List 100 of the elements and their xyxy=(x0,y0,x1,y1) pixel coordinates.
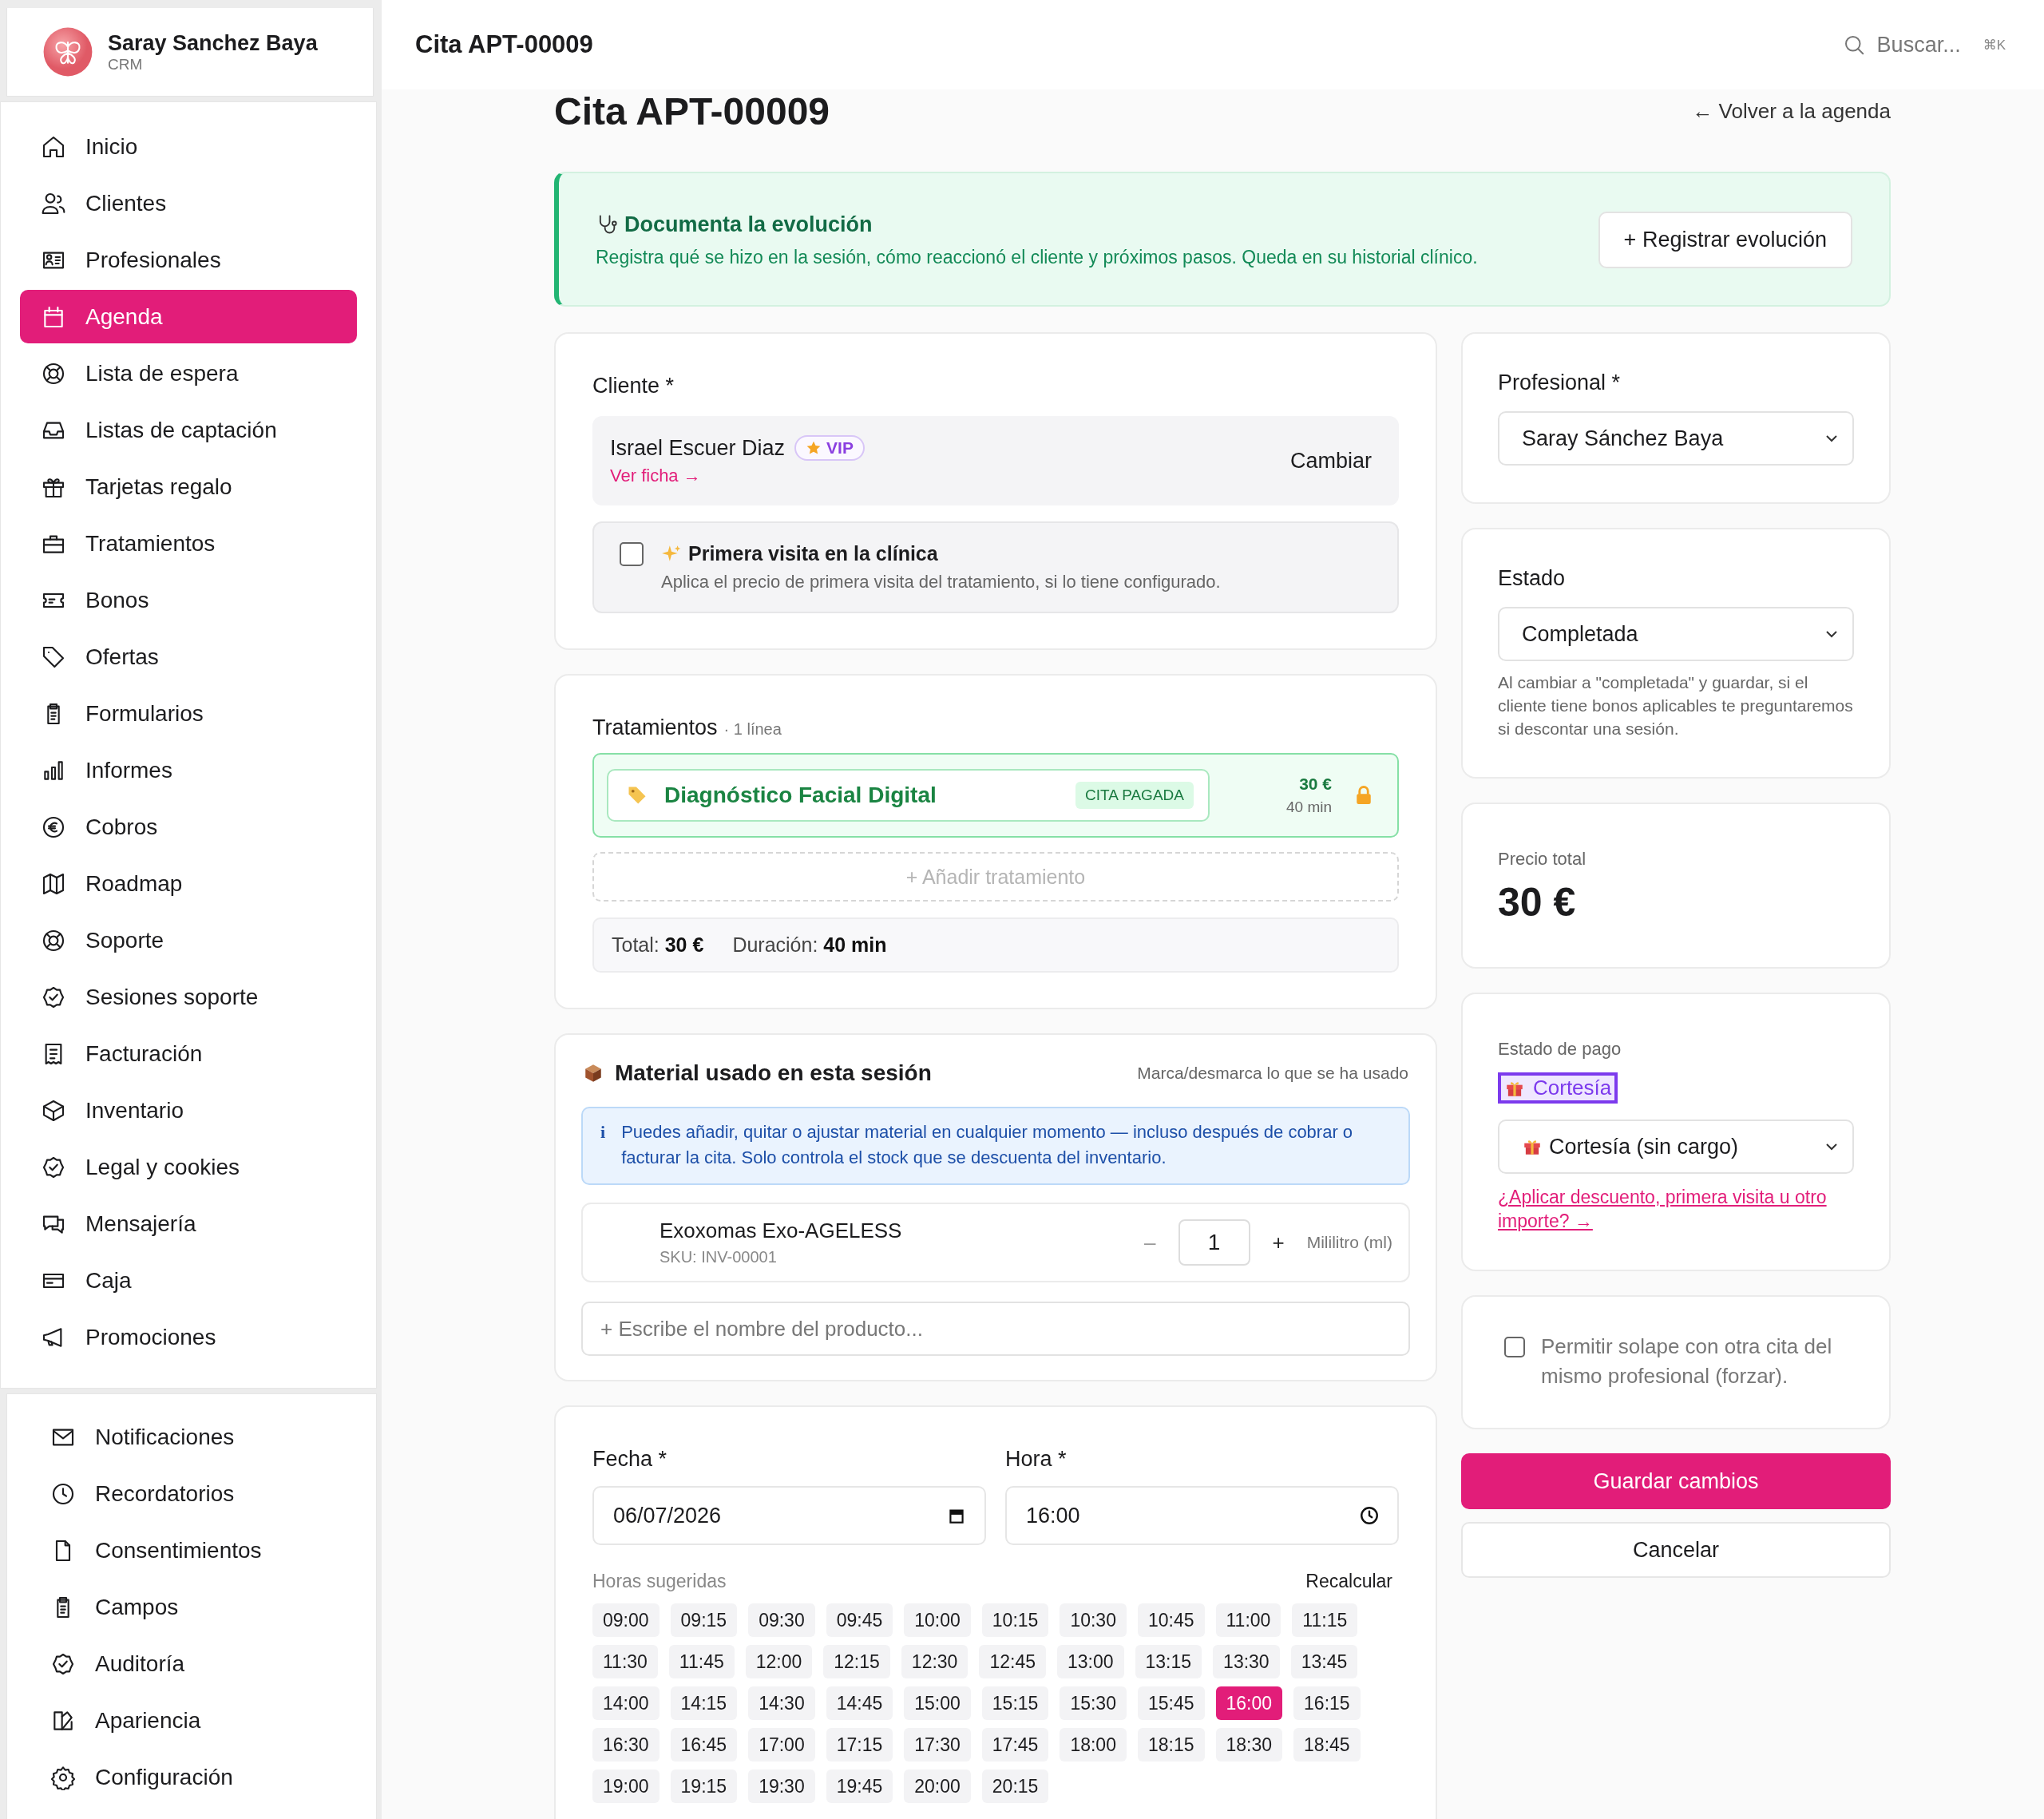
time-slot[interactable]: 12:00 xyxy=(745,1645,813,1678)
time-slot[interactable]: 13:45 xyxy=(1290,1645,1358,1678)
product-search-field[interactable]: + Escribe el nombre del producto... xyxy=(581,1302,1410,1356)
register-evolution-button[interactable]: + Registrar evolución xyxy=(1598,212,1852,268)
time-slot[interactable]: 10:30 xyxy=(1060,1603,1127,1637)
time-slot[interactable]: 18:15 xyxy=(1137,1728,1205,1762)
sidebar-item[interactable]: Listas de captación xyxy=(20,403,357,457)
time-slot[interactable]: 10:15 xyxy=(981,1603,1049,1637)
time-slot[interactable]: 16:00 xyxy=(1215,1686,1283,1720)
time-slot[interactable]: 13:00 xyxy=(1056,1645,1124,1678)
sidebar-item[interactable]: Sesiones soporte xyxy=(20,970,357,1024)
sidebar-item[interactable]: Inventario xyxy=(20,1084,357,1137)
time-slot[interactable]: 12:45 xyxy=(979,1645,1046,1678)
sidebar-item[interactable]: Facturación xyxy=(20,1027,357,1080)
discount-link[interactable]: ¿Aplicar descuento, primera visita u otro importe? → xyxy=(1498,1185,1854,1233)
sidebar-item[interactable]: Mensajería xyxy=(20,1197,357,1250)
recalculate-button[interactable]: Recalcular xyxy=(1305,1566,1392,1597)
sidebar-item[interactable]: Consentimientos xyxy=(26,1524,357,1577)
cancel-button[interactable]: Cancelar xyxy=(1461,1522,1891,1578)
sidebar-item[interactable]: Soporte xyxy=(20,913,357,967)
time-slot[interactable]: 18:00 xyxy=(1060,1728,1127,1762)
professional-select[interactable]: Saray Sánchez Baya xyxy=(1498,411,1854,466)
time-slot[interactable]: 19:30 xyxy=(748,1769,815,1803)
sidebar-item[interactable]: Informes xyxy=(20,743,357,797)
info-icon: i xyxy=(600,1120,606,1171)
sidebar-item[interactable]: Campos xyxy=(26,1580,357,1634)
time-slot[interactable]: 14:00 xyxy=(592,1686,660,1720)
sidebar-item[interactable]: Auditoría xyxy=(26,1637,357,1690)
date-field[interactable]: 06/07/2026 xyxy=(592,1486,986,1545)
time-slot[interactable]: 11:00 xyxy=(1215,1603,1281,1637)
time-slot[interactable]: 16:45 xyxy=(670,1728,738,1762)
time-slot[interactable]: 20:15 xyxy=(981,1769,1049,1803)
time-slot[interactable]: 17:15 xyxy=(826,1728,893,1762)
time-slot[interactable]: 12:15 xyxy=(823,1645,890,1678)
time-slot[interactable]: 11:15 xyxy=(1292,1603,1358,1637)
save-button[interactable]: Guardar cambios xyxy=(1461,1453,1891,1509)
search-field[interactable]: Buscar... ⌘K xyxy=(1841,32,2006,57)
time-slot[interactable]: 18:45 xyxy=(1293,1728,1361,1762)
time-slot[interactable]: 16:30 xyxy=(592,1728,660,1762)
time-slot[interactable]: 19:00 xyxy=(592,1769,660,1803)
overlap-checkbox[interactable] xyxy=(1504,1337,1525,1357)
sidebar-item[interactable]: Legal y cookies xyxy=(20,1140,357,1194)
time-slot[interactable]: 17:45 xyxy=(981,1728,1049,1762)
first-visit-checkbox[interactable] xyxy=(620,542,644,566)
sidebar-item[interactable]: Profesionales xyxy=(20,233,357,287)
product-name: Exoxomas Exo-AGELESS xyxy=(660,1219,903,1243)
sidebar-item[interactable]: Cobros xyxy=(20,800,357,854)
sidebar-item[interactable]: Inicio xyxy=(20,120,357,173)
time-slot[interactable]: 11:45 xyxy=(668,1645,735,1678)
time-slot[interactable]: 15:15 xyxy=(981,1686,1049,1720)
sidebar-item[interactable]: Caja xyxy=(20,1254,357,1307)
time-slot[interactable]: 17:30 xyxy=(904,1728,971,1762)
sidebar-item[interactable]: Tratamientos xyxy=(20,517,357,570)
time-slot[interactable]: 16:15 xyxy=(1293,1686,1361,1720)
time-field[interactable]: 16:00 xyxy=(1005,1486,1399,1545)
page-title: Cita APT-00009 xyxy=(554,89,830,133)
sidebar-item[interactable]: Bonos xyxy=(20,573,357,627)
time-slot[interactable]: 14:15 xyxy=(670,1686,738,1720)
time-slot[interactable]: 09:15 xyxy=(670,1603,738,1637)
time-slot[interactable]: 18:30 xyxy=(1215,1728,1283,1762)
time-slot[interactable]: 10:45 xyxy=(1137,1603,1205,1637)
time-slot[interactable]: 19:15 xyxy=(670,1769,738,1803)
time-slot[interactable]: 20:00 xyxy=(904,1769,971,1803)
time-slot[interactable]: 10:00 xyxy=(904,1603,971,1637)
time-slot[interactable]: 09:45 xyxy=(826,1603,893,1637)
sidebar-item[interactable]: Configuración xyxy=(26,1750,357,1804)
sidebar-item[interactable]: Tarjetas regalo xyxy=(20,460,357,513)
treatment-name: Diagnóstico Facial Digital xyxy=(664,783,937,808)
sidebar-item[interactable]: Lista de espera xyxy=(20,347,357,400)
sidebar-item[interactable]: Clientes xyxy=(20,176,357,230)
time-slot[interactable]: 13:30 xyxy=(1213,1645,1280,1678)
time-slot[interactable]: 13:15 xyxy=(1135,1645,1202,1678)
back-link[interactable]: ← Volver a la agenda xyxy=(1692,99,1891,124)
time-slot[interactable]: 11:30 xyxy=(592,1645,658,1678)
change-button[interactable]: Cambiar xyxy=(1289,443,1372,478)
first-visit-hint: Aplica el precio de primera visita del tratamiento, si lo tiene configurado. xyxy=(661,572,1221,592)
sidebar-item[interactable]: Agenda xyxy=(20,290,357,343)
sidebar-item[interactable]: Ofertas xyxy=(20,630,357,684)
time-slot[interactable]: 19:45 xyxy=(826,1769,893,1803)
sidebar-item[interactable]: Notificaciones xyxy=(26,1410,357,1464)
quantity-field[interactable]: 1 xyxy=(1178,1219,1250,1266)
payment-select[interactable]: Cortesía (sin cargo) xyxy=(1498,1120,1854,1174)
sidebar-item[interactable]: Formularios xyxy=(20,687,357,740)
time-slot[interactable]: 14:45 xyxy=(826,1686,893,1720)
time-slot[interactable]: 14:30 xyxy=(748,1686,815,1720)
time-slot[interactable]: 12:30 xyxy=(901,1645,969,1678)
first-visit-label: Primera visita en la clínica xyxy=(688,542,938,565)
time-slot[interactable]: 09:00 xyxy=(592,1603,660,1637)
sidebar-item[interactable]: Roadmap xyxy=(20,857,357,910)
sidebar-item[interactable]: Apariencia xyxy=(26,1694,357,1747)
status-select[interactable]: Completada xyxy=(1498,607,1854,661)
sidebar-item[interactable]: Recordatorios xyxy=(26,1467,357,1520)
time-slot[interactable]: 15:00 xyxy=(904,1686,971,1720)
view-profile-link[interactable]: Ver ficha → xyxy=(610,466,865,486)
sidebar-item[interactable]: Promociones xyxy=(20,1310,357,1364)
time-slot[interactable]: 09:30 xyxy=(748,1603,815,1637)
increase-button[interactable]: + xyxy=(1269,1230,1288,1255)
time-slot[interactable]: 15:30 xyxy=(1060,1686,1127,1720)
time-slot[interactable]: 15:45 xyxy=(1137,1686,1205,1720)
time-slot[interactable]: 17:00 xyxy=(748,1728,815,1762)
